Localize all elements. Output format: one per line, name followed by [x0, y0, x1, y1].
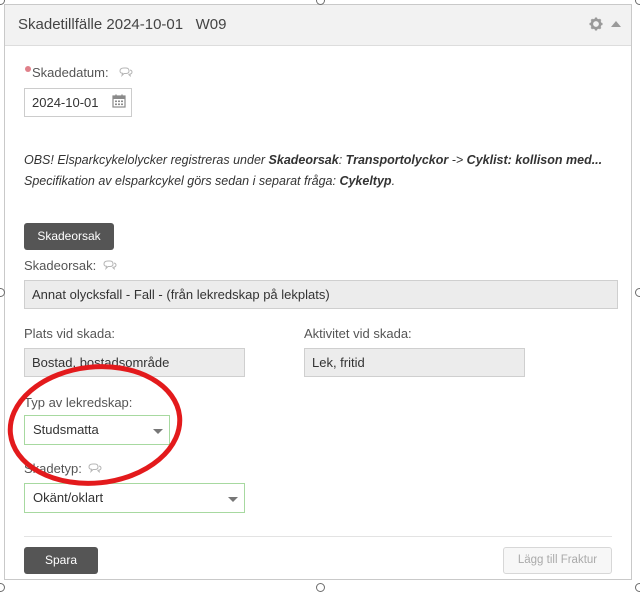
comment-icon[interactable]: [119, 67, 133, 77]
calendar-icon[interactable]: [112, 94, 126, 108]
skadetyp-selected-value: Okänt/oklart: [33, 490, 104, 505]
aktivitet-field: Lek, fritid: [304, 348, 525, 377]
panel-header: Skadetillfälle 2024-10-01 W09: [5, 5, 631, 46]
chevron-down-icon: [153, 429, 163, 434]
notice-line-2: Specifikation av elsparkcykel görs sedan…: [24, 171, 614, 192]
notice-emphasis: Transportolyckor: [345, 153, 449, 167]
skadeorsak-field: Annat olycksfall - Fall - (från lekredsk…: [24, 280, 618, 309]
plats-field: Bostad, bostadsområde: [24, 348, 245, 377]
notice-text: OBS! Elsparkcykelolycker registreras und…: [24, 153, 269, 167]
notice-text: ->: [448, 153, 467, 167]
skadeorsak-button[interactable]: Skadeorsak: [24, 223, 114, 250]
skadedatum-label: Skadedatum:: [32, 65, 109, 80]
collapse-caret-icon[interactable]: [611, 21, 621, 27]
skadeorsak-label: Skadeorsak:: [24, 258, 97, 273]
notice-text: .: [391, 174, 396, 188]
notice-emphasis: Cyklist: kollison med...: [466, 153, 603, 167]
skadetyp-select[interactable]: Okänt/oklart: [24, 483, 245, 513]
resize-handle-middle-right[interactable]: [635, 288, 640, 297]
lekredskap-select[interactable]: Studsmatta: [24, 415, 170, 445]
aktivitet-label: Aktivitet vid skada:: [304, 326, 412, 341]
gear-icon[interactable]: [589, 17, 603, 31]
panel-title: Skadetillfälle 2024-10-01 W09: [18, 16, 227, 33]
elsparkcykel-notice: OBS! Elsparkcykelolycker registreras und…: [24, 150, 614, 192]
skadetyp-label: Skadetyp:: [24, 461, 82, 476]
required-indicator: [25, 66, 31, 72]
resize-handle-top-right[interactable]: [635, 0, 640, 5]
notice-emphasis: Skadeorsak: [268, 153, 339, 167]
chevron-down-icon: [228, 497, 238, 502]
notice-text: Specifikation av elsparkcykel görs sedan…: [24, 174, 340, 188]
plats-label: Plats vid skada:: [24, 326, 116, 341]
notice-line-1: OBS! Elsparkcykelolycker registreras und…: [24, 150, 614, 171]
comment-icon[interactable]: [88, 463, 102, 473]
lekredskap-label: Typ av lekredskap:: [24, 395, 133, 410]
notice-text: :: [338, 153, 346, 167]
comment-icon[interactable]: [103, 260, 117, 270]
footer-divider: [24, 536, 612, 537]
add-fracture-button: Lägg till Fraktur: [503, 547, 612, 574]
notice-emphasis: Cykeltyp: [339, 174, 392, 188]
save-button[interactable]: Spara: [24, 547, 98, 574]
lekredskap-selected-value: Studsmatta: [33, 422, 99, 437]
